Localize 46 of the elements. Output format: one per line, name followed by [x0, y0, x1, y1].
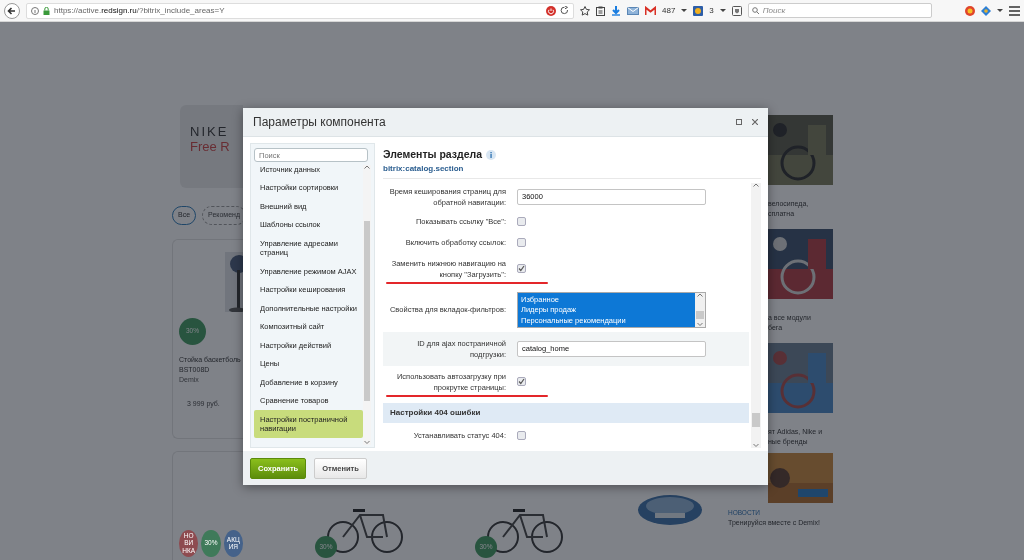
checkbox[interactable] — [517, 264, 526, 274]
search-field[interactable]: Поиск — [747, 3, 932, 18]
search-icon — [751, 7, 759, 14]
clipboard-icon[interactable] — [596, 5, 605, 16]
download-icon[interactable] — [611, 5, 621, 16]
diamond-icon[interactable] — [981, 5, 991, 16]
scrollbar-thumb[interactable] — [752, 412, 760, 427]
banner-title: NIKE — [190, 125, 230, 138]
scrollbar-thumb[interactable] — [696, 310, 704, 319]
menu-icon[interactable] — [1009, 5, 1020, 16]
checkbox[interactable] — [517, 237, 526, 247]
chevron-up-icon[interactable] — [364, 165, 370, 170]
power-icon[interactable] — [546, 5, 556, 16]
banner-subtitle: Free R — [190, 138, 231, 156]
section-title: Элементы раздела — [383, 147, 483, 162]
browser-extension-icon[interactable] — [965, 5, 975, 16]
mail-count: 487 — [662, 4, 676, 17]
extension-icon[interactable] — [693, 5, 704, 16]
close-icon[interactable] — [752, 119, 758, 125]
back-button[interactable] — [4, 2, 20, 19]
caret-icon[interactable] — [681, 9, 688, 12]
checkbox[interactable] — [517, 216, 526, 226]
component-link[interactable]: bitrix:catalog.section — [383, 162, 761, 174]
info-icon[interactable] — [486, 149, 497, 160]
section-header: Настройки 404 ошибки — [383, 402, 749, 423]
star-icon[interactable] — [580, 5, 590, 16]
reload-icon[interactable] — [560, 6, 569, 15]
dialog-title: Параметры компонента — [253, 114, 387, 131]
shield-icon[interactable] — [731, 5, 742, 16]
scrollbar[interactable] — [363, 165, 371, 445]
url-text: https://active.redsign.ru/?bitrix_include_areas=Y — [54, 4, 225, 17]
maximize-icon[interactable] — [736, 119, 742, 125]
mail-icon[interactable] — [645, 5, 656, 16]
checkbox[interactable] — [517, 377, 526, 387]
caret-icon[interactable] — [719, 9, 726, 12]
scrollbar-thumb[interactable] — [364, 221, 370, 401]
caret-icon[interactable] — [997, 9, 1003, 12]
checkbox[interactable] — [517, 430, 526, 440]
mail-icon[interactable] — [627, 5, 639, 16]
chevron-up-icon[interactable] — [697, 292, 703, 298]
badge-count: 3 — [709, 4, 714, 17]
scrollbar[interactable] — [751, 182, 761, 448]
scrollbar[interactable] — [695, 292, 705, 327]
chevron-up-icon[interactable] — [753, 182, 759, 188]
info-icon[interactable] — [31, 6, 39, 15]
lock-icon — [43, 6, 50, 15]
